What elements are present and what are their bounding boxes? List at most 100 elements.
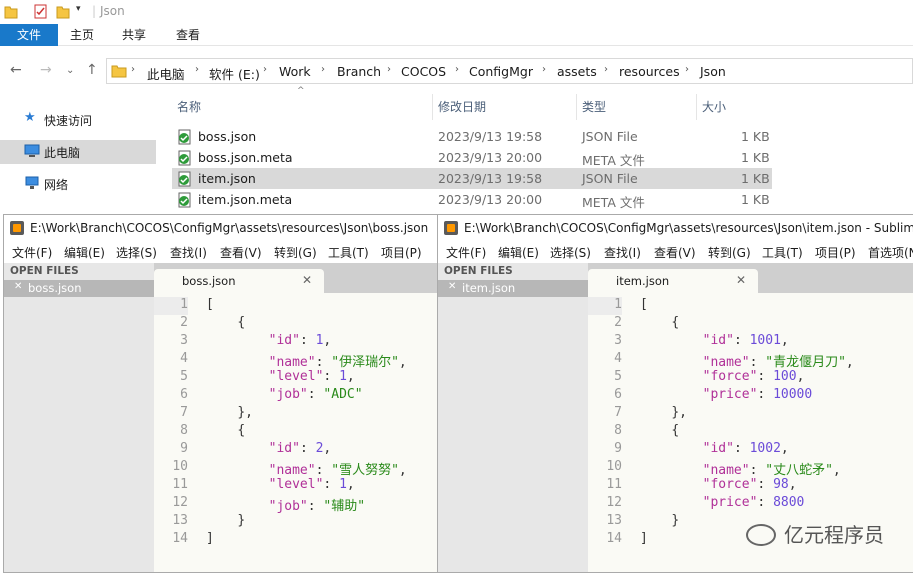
breadcrumb-json[interactable]: Json <box>700 64 726 79</box>
line-number: 13 <box>606 513 622 528</box>
file-type: JSON File <box>582 129 638 144</box>
address-row: ← → ⌄ ↑ › 此电脑 › 软件 (E:) › Work › Branch … <box>0 56 913 86</box>
tab-share[interactable]: 共享 <box>116 24 152 46</box>
file-row[interactable]: item.json.meta 2023/9/13 20:00 META 文件 1… <box>172 189 772 210</box>
menu-file[interactable]: 文件(F) <box>12 244 52 261</box>
up-arrow-icon[interactable]: ↑ <box>86 62 98 78</box>
star-icon: ★ <box>24 110 36 125</box>
nav-item-label: 快速访问 <box>44 114 93 128</box>
sidebar-file-item[interactable]: ✕ boss.json <box>4 280 154 297</box>
line-number: 11 <box>606 477 622 492</box>
code-line: { <box>237 423 246 438</box>
tab-view[interactable]: 查看 <box>170 24 206 46</box>
line-number: 3 <box>614 333 622 348</box>
menu-project[interactable]: 项目(P) <box>815 244 856 261</box>
nav-item-label: 此电脑 <box>44 146 81 160</box>
file-row-selected[interactable]: item.json 2023/9/13 19:58 JSON File 1 KB <box>172 168 772 189</box>
menu-view[interactable]: 查看(V) <box>220 244 262 261</box>
breadcrumb-separator-icon: › <box>387 64 391 75</box>
line-number: 8 <box>180 423 188 438</box>
sidebar-file-item[interactable]: ✕ item.json <box>438 280 588 297</box>
menu-find[interactable]: 查找(I) <box>604 244 641 261</box>
menu-file[interactable]: 文件(F) <box>446 244 486 261</box>
line-number: 9 <box>614 441 622 456</box>
menu-edit[interactable]: 编辑(E) <box>498 244 539 261</box>
close-icon[interactable]: ✕ <box>448 281 456 292</box>
breadcrumb-drive[interactable]: 软件 (E:) <box>209 64 260 83</box>
nav-item-this-pc[interactable]: 此电脑 <box>0 140 156 164</box>
line-number: 3 <box>180 333 188 348</box>
address-bar[interactable]: › 此电脑 › 软件 (E:) › Work › Branch › COCOS … <box>106 58 913 84</box>
menu-edit[interactable]: 编辑(E) <box>64 244 105 261</box>
code-line: "job": "辅助" <box>268 499 366 514</box>
forward-arrow-icon[interactable]: → <box>40 62 52 78</box>
sublime-titlebar: E:\Work\Branch\COCOS\ConfigMgr\assets\re… <box>4 215 438 241</box>
code-line: ] <box>206 531 214 546</box>
tab-file[interactable]: 文件 <box>0 24 58 46</box>
breadcrumb-this-pc[interactable]: 此电脑 <box>147 64 185 83</box>
sublime-window-item: E:\Work\Branch\COCOS\ConfigMgr\assets\re… <box>437 214 913 573</box>
file-row[interactable]: boss.json 2023/9/13 19:58 JSON File 1 KB <box>172 126 772 147</box>
breadcrumb-branch[interactable]: Branch <box>337 64 381 79</box>
code-line: "name": "青龙偃月刀", <box>702 355 854 370</box>
tab-item-json[interactable]: item.json ✕ <box>588 269 758 293</box>
nav-item-quick-access[interactable]: ★ 快速访问 <box>0 108 156 132</box>
menu-project[interactable]: 项目(P) <box>381 244 422 261</box>
file-name: boss.json.meta <box>198 150 293 165</box>
breadcrumb-separator-icon: › <box>263 64 267 75</box>
breadcrumb-cocos[interactable]: COCOS <box>401 64 446 79</box>
column-divider[interactable] <box>696 94 697 120</box>
menu-bar: 文件(F) 编辑(E) 选择(S) 查找(I) 查看(V) 转到(G) 工具(T… <box>438 241 913 263</box>
tab-label: boss.json <box>182 274 236 288</box>
code-line: ] <box>640 531 648 546</box>
code-line: }, <box>237 405 253 420</box>
breadcrumb-configmgr[interactable]: ConfigMgr <box>469 64 533 79</box>
code-editor[interactable]: 1 [2 {3 "id": 1, 4 "name": "伊泽瑞尔", 5 "level… <box>154 293 438 572</box>
breadcrumb-work[interactable]: Work <box>279 64 311 79</box>
column-header-name[interactable]: 名称 <box>177 96 201 118</box>
tab-label: item.json <box>616 274 670 288</box>
menu-goto[interactable]: 转到(G) <box>274 244 317 261</box>
column-header-date[interactable]: 修改日期 <box>438 96 486 118</box>
folder-icon[interactable] <box>4 4 18 20</box>
menu-tools[interactable]: 工具(T) <box>328 244 369 261</box>
menu-tools[interactable]: 工具(T) <box>762 244 803 261</box>
customize-toolbar-icon[interactable]: ▾ <box>76 4 81 20</box>
file-size: 1 KB <box>741 192 770 207</box>
column-divider[interactable] <box>432 94 433 120</box>
new-folder-icon[interactable] <box>56 4 70 20</box>
tab-boss-json[interactable]: boss.json ✕ <box>154 269 324 293</box>
back-arrow-icon[interactable]: ← <box>10 62 22 78</box>
sidebar: OPEN FILES ✕ boss.json <box>4 263 154 572</box>
code-line: [ <box>206 297 214 312</box>
code-line: } <box>237 513 246 528</box>
file-row[interactable]: boss.json.meta 2023/9/13 20:00 META 文件 1… <box>172 147 772 168</box>
line-number: 5 <box>180 369 188 384</box>
breadcrumb-assets[interactable]: assets <box>557 64 597 79</box>
menu-find[interactable]: 查找(I) <box>170 244 207 261</box>
close-icon[interactable]: ✕ <box>14 281 22 292</box>
close-icon[interactable]: ✕ <box>302 273 312 287</box>
recent-locations-chevron-icon[interactable]: ⌄ <box>66 65 74 76</box>
menu-goto[interactable]: 转到(G) <box>708 244 751 261</box>
menu-selection[interactable]: 选择(S) <box>116 244 157 261</box>
code-editor[interactable]: 1 [2 {3 "id": 1001, 4 "name": "青龙偃月刀", 5 "f… <box>588 293 913 572</box>
menu-preferences[interactable]: 首选项(N <box>868 244 913 261</box>
nav-item-network[interactable]: 网络 <box>0 172 156 196</box>
line-number: 10 <box>172 459 188 474</box>
breadcrumb-resources[interactable]: resources <box>619 64 680 79</box>
column-divider[interactable] <box>576 94 577 120</box>
close-icon[interactable]: ✕ <box>736 273 746 287</box>
file-name: boss.json <box>198 129 257 144</box>
code-line: "name": "丈八蛇矛", <box>702 463 841 478</box>
file-size: 1 KB <box>741 129 770 144</box>
breadcrumb-separator-icon: › <box>542 64 546 75</box>
column-header-type[interactable]: 类型 <box>582 96 606 118</box>
ribbon-tabs: 文件 主页 共享 查看 <box>0 24 913 46</box>
column-header-size[interactable]: 大小 <box>702 96 726 118</box>
properties-icon[interactable] <box>34 4 48 20</box>
menu-view[interactable]: 查看(V) <box>654 244 696 261</box>
code-line: "level": 1, <box>268 477 355 492</box>
tab-home[interactable]: 主页 <box>64 24 100 46</box>
menu-selection[interactable]: 选择(S) <box>550 244 591 261</box>
